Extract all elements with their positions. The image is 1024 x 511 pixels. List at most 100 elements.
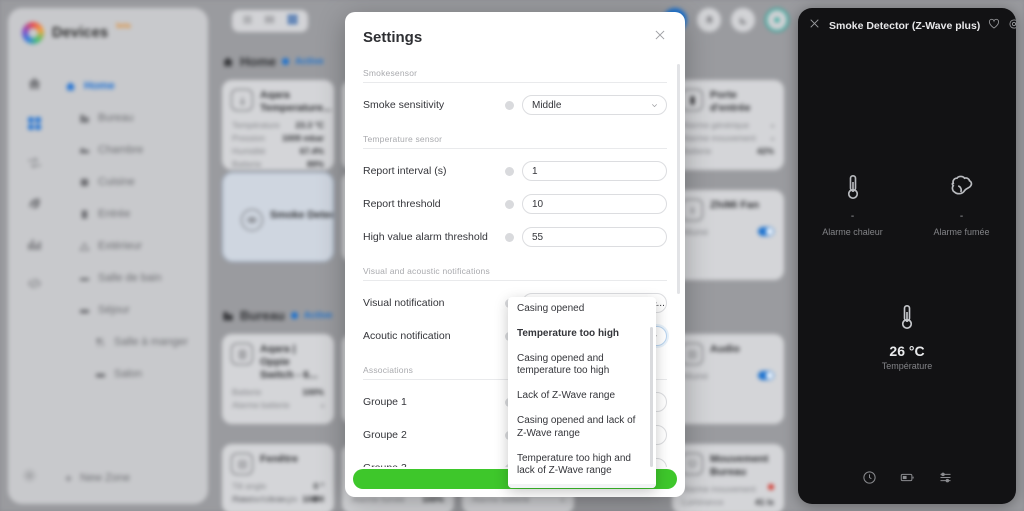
zone-label: Salle de bain [98, 272, 162, 284]
column-view-icon[interactable] [264, 12, 275, 30]
device-card-title: Porte d'entrée [710, 89, 775, 115]
window-icon [231, 453, 253, 475]
status-ring-icon[interactable] [765, 8, 789, 32]
modal-scrollbar[interactable] [677, 64, 680, 294]
card-row: Alarme mouvement - [672, 132, 784, 145]
info-icon[interactable] [505, 233, 514, 242]
row-value: - [771, 133, 774, 143]
device-card-aqara-temperature[interactable]: Aqara Temperature... Température23.3 °C … [222, 80, 334, 170]
sidebar-item-bureau[interactable]: Bureau [64, 106, 200, 130]
code-icon[interactable] [20, 270, 48, 296]
scenes-icon[interactable] [20, 150, 48, 176]
zone-label: Home [84, 80, 115, 92]
close-icon[interactable] [808, 17, 821, 35]
brand-beta-badge: beta [116, 23, 130, 30]
sidebar-item-salle-de-bain[interactable]: Salle de bain [64, 266, 200, 290]
info-icon[interactable] [505, 101, 514, 110]
moon-icon[interactable] [731, 8, 755, 32]
toggle-switch[interactable] [758, 371, 774, 380]
status-dot [291, 312, 298, 319]
group-status: Active [295, 56, 324, 67]
device-card-zhimi-fan[interactable]: ZhiMi Fan Allumé [672, 190, 784, 280]
sidebar-item-cuisine[interactable]: Cuisine [64, 170, 200, 194]
row-value: - [321, 400, 324, 410]
sidebar-item-home[interactable]: Home [64, 74, 200, 98]
dropdown-option[interactable]: Casing opened and lack of Z-Wave range [508, 409, 656, 447]
dropdown-option[interactable]: Casing opened and temperature too high [508, 347, 656, 385]
field-smoke-sensitivity: Smoke sensitivity Middle [363, 91, 667, 119]
row-key: Tilt angle [232, 481, 266, 491]
info-icon[interactable] [505, 167, 514, 176]
settings-list-icon[interactable] [938, 470, 953, 490]
field-label: Groupe 2 [363, 429, 505, 441]
bell-icon[interactable] [697, 8, 721, 32]
dropdown-option[interactable]: Casing opened [508, 297, 656, 322]
report-interval-input[interactable] [522, 161, 667, 181]
dropdown-scrollbar[interactable] [650, 327, 653, 467]
sidebar-item-salle-a-manger[interactable]: Salle à manger [64, 330, 200, 354]
history-icon[interactable] [862, 470, 877, 490]
zone-list: Home Bureau Chambre Cuisine Entr [64, 74, 200, 394]
sidebar-item-chambre[interactable]: Chambre [64, 138, 200, 162]
device-card-audio[interactable]: Audio Allumé [672, 334, 784, 424]
card-row: Alarme générique- [672, 119, 784, 132]
field-label: Acoutic notification [363, 330, 505, 342]
info-icon[interactable] [505, 200, 514, 209]
smoke-sensitivity-select[interactable]: Middle [522, 95, 667, 115]
sidebar-item-sejour[interactable]: Séjour [64, 298, 200, 322]
tile-alarme-fumee[interactable]: - Alarme fumée [918, 164, 1006, 237]
device-card-porte-dentree[interactable]: Porte d'entrée Alarme générique- Alarme … [672, 80, 784, 170]
row-key: Alarme mouvement [682, 484, 756, 494]
battery-icon[interactable] [899, 470, 916, 490]
device-panel-title: Smoke Detector (Z-Wave plus) [829, 20, 980, 32]
list-view-icon[interactable] [242, 12, 253, 30]
dropdown-option[interactable]: Temperature too high and lack of Z-Wave … [508, 447, 656, 485]
device-card-smoke-detector[interactable]: Smoke Detector (Z-Wave plus) Alarme chal… [222, 172, 334, 262]
row-key: Alarme mouvement [682, 133, 756, 143]
device-panel-body: - Alarme chaleur - Alarme fumée 26 °C Te… [798, 44, 1016, 504]
device-card-mouvement-bureau[interactable]: Mouvement Bureau Alarme mouvement Lumina… [672, 444, 784, 511]
toggle-switch[interactable] [758, 227, 774, 236]
device-card-title: Audio [710, 343, 740, 356]
switch-icon [231, 343, 253, 365]
office-icon [222, 310, 234, 322]
sidebar-item-exterieur[interactable]: Extérieur [64, 234, 200, 258]
temperature-tile[interactable]: 26 °C Température [798, 294, 1016, 371]
thermometer-icon [809, 164, 897, 210]
zone-label: Cuisine [98, 176, 135, 188]
cutlery-icon [94, 336, 107, 349]
grid-icon[interactable] [20, 110, 48, 136]
smoke-icon [918, 164, 1006, 210]
home-icon [64, 80, 77, 93]
section-title-visual-acoustic: Visual and acoustic notifications [363, 256, 667, 281]
row-key: Humidité [232, 146, 266, 156]
chart-icon[interactable] [20, 230, 48, 256]
dropdown-option-selected[interactable]: Temperature too high [508, 322, 656, 347]
gear-icon[interactable] [22, 468, 37, 488]
tile-value: - [918, 212, 1006, 222]
home-icon[interactable] [20, 70, 48, 96]
zone-label: Chambre [98, 144, 143, 156]
dropdown-option[interactable]: Lack of Z-Wave range [508, 384, 656, 409]
device-card-title: Aqara | Oppie Switch - 6... [260, 343, 325, 381]
row-key: Alarme fumée [232, 494, 285, 504]
close-icon[interactable] [653, 28, 667, 47]
sofa-icon [78, 304, 91, 317]
high-value-alarm-threshold-input[interactable] [522, 227, 667, 247]
heart-icon[interactable] [988, 17, 1000, 35]
dropdown-option-highlighted[interactable]: All notifications above [508, 484, 656, 488]
device-card-aqara-oppie-switch[interactable]: Aqara | Oppie Switch - 6... Batterie100%… [222, 334, 334, 424]
gear-icon[interactable] [1008, 17, 1016, 35]
report-threshold-input[interactable] [522, 194, 667, 214]
sidebar-item-entree[interactable]: Entrée [64, 202, 200, 226]
new-zone-button[interactable]: New Zone [63, 472, 130, 484]
row-key: Luminance [682, 497, 724, 507]
view-switcher[interactable] [232, 10, 308, 32]
tile-alarme-chaleur[interactable]: - Alarme chaleur [809, 164, 897, 237]
group-header-bureau: Bureau Active [222, 308, 332, 323]
row-key: Pression [232, 133, 265, 143]
card-row: Allumé [672, 369, 784, 382]
sidebar-item-salon[interactable]: Salon [64, 362, 200, 386]
leaf-icon[interactable] [20, 190, 48, 216]
grid-view-icon[interactable] [287, 12, 298, 30]
